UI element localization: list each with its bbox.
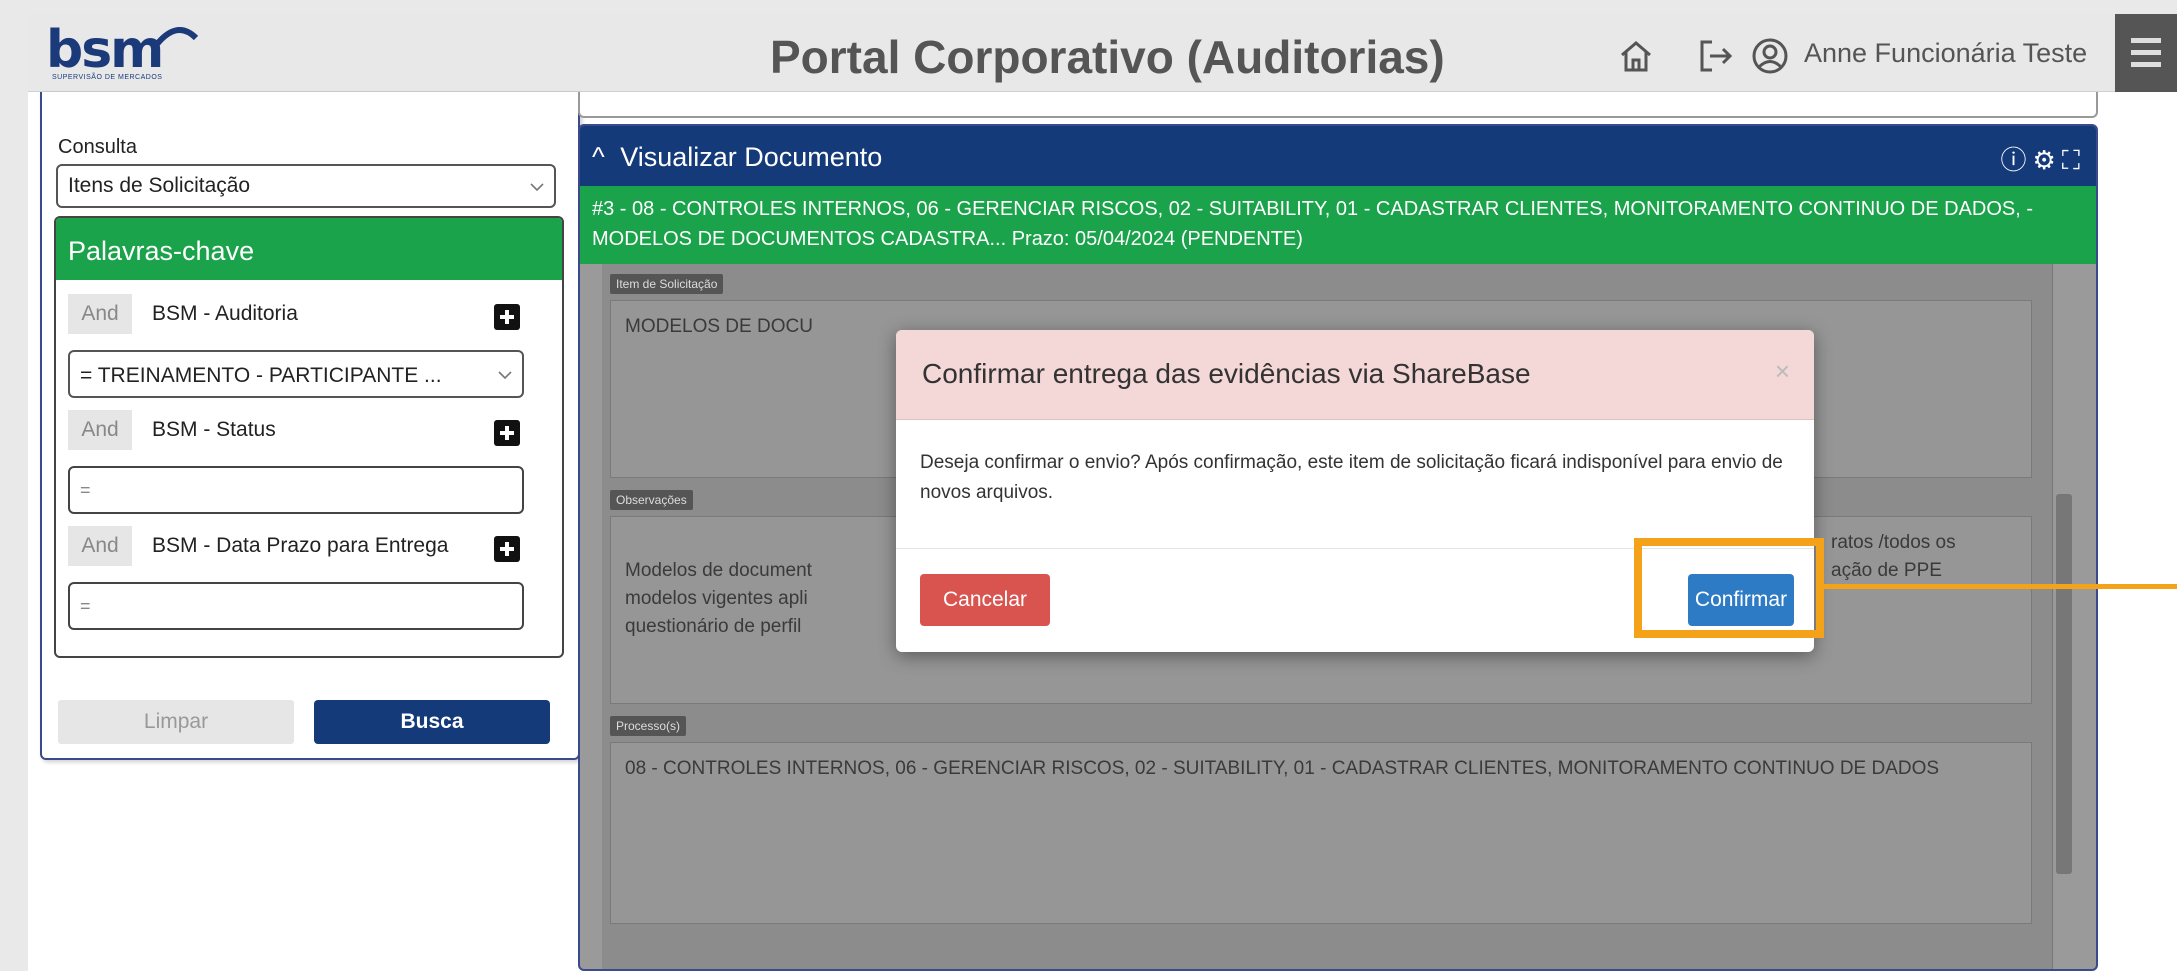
bsm-logo[interactable]: bsm SUPERVISÃO DE MERCADOS bbox=[46, 24, 216, 86]
add-filter-icon[interactable] bbox=[494, 536, 520, 562]
clear-button[interactable]: Limpar bbox=[58, 700, 294, 744]
chevron-down-icon bbox=[530, 183, 544, 192]
observacoes-text-right: ratos /todos os ação de PPE bbox=[1831, 532, 1956, 581]
consulta-select[interactable]: Itens de Solicitação bbox=[56, 164, 556, 208]
and-operator-button[interactable]: And bbox=[68, 410, 132, 450]
callout-line bbox=[1824, 584, 2177, 589]
document-summary: #3 - 08 - CONTROLES INTERNOS, 06 - GEREN… bbox=[580, 186, 2096, 264]
and-operator-button[interactable]: And bbox=[68, 526, 132, 566]
filter-label-data-prazo: BSM - Data Prazo para Entrega bbox=[152, 534, 449, 557]
top-header: bsm SUPERVISÃO DE MERCADOS Portal Corpor… bbox=[28, 14, 2177, 92]
confirm-highlight-box bbox=[1634, 538, 1824, 638]
auditoria-value: = TREINAMENTO - PARTICIPANTE ... bbox=[80, 364, 442, 387]
cancel-button[interactable]: Cancelar bbox=[920, 574, 1050, 626]
data-prazo-input[interactable]: = bbox=[68, 582, 524, 630]
close-icon[interactable]: × bbox=[1775, 356, 1790, 387]
field-tag: Processo(s) bbox=[610, 716, 687, 736]
and-operator-button[interactable]: And bbox=[68, 294, 132, 334]
logo-subtitle: SUPERVISÃO DE MERCADOS bbox=[52, 74, 163, 81]
dialog-title: Confirmar entrega das evidências via Sha… bbox=[922, 358, 1531, 389]
collapse-caret-icon[interactable]: ^ bbox=[592, 142, 605, 173]
search-sidebar: Consulta Itens de Solicitação Palavras-c… bbox=[40, 92, 580, 760]
dialog-message: Deseja confirmar o envio? Após confirmaç… bbox=[920, 452, 1783, 503]
filter-label-status: BSM - Status bbox=[152, 418, 276, 441]
document-panel-header[interactable]: ^ Visualizar Documento ⓘ⚙⛶ bbox=[580, 126, 2096, 186]
add-filter-icon[interactable] bbox=[494, 420, 520, 446]
logout-icon[interactable] bbox=[1696, 36, 1736, 76]
info-icon[interactable]: ⓘ bbox=[2000, 145, 2032, 175]
home-icon[interactable] bbox=[1616, 36, 1656, 76]
page-title: Portal Corporativo (Auditorias) bbox=[770, 31, 1445, 83]
search-button[interactable]: Busca bbox=[314, 700, 550, 744]
app-window: bsm SUPERVISÃO DE MERCADOS Portal Corpor… bbox=[28, 14, 2177, 971]
user-name[interactable]: Anne Funcionária Teste bbox=[1804, 38, 2087, 69]
filter-label-auditoria: BSM - Auditoria bbox=[152, 302, 298, 325]
keywords-panel: Palavras-chave And BSM - Auditoria = TRE… bbox=[54, 216, 564, 658]
user-circle-icon[interactable] bbox=[1750, 36, 1790, 76]
field-tag: Item de Solicitação bbox=[610, 274, 724, 294]
processos-field[interactable]: 08 - CONTROLES INTERNOS, 06 - GERENCIAR … bbox=[610, 742, 2032, 924]
keywords-title: Palavras-chave bbox=[56, 218, 562, 280]
logo-arc-icon bbox=[151, 27, 199, 50]
document-scrollbar[interactable] bbox=[2052, 264, 2074, 969]
consulta-select-value: Itens de Solicitação bbox=[68, 174, 251, 197]
screenshot: bsm SUPERVISÃO DE MERCADOS Portal Corpor… bbox=[0, 0, 2177, 971]
expand-icon[interactable]: ⛶ bbox=[2062, 145, 2086, 175]
status-input[interactable]: = bbox=[68, 466, 524, 514]
add-filter-icon[interactable] bbox=[494, 304, 520, 330]
hamburger-menu-icon[interactable] bbox=[2115, 14, 2177, 92]
observacoes-text-left: Modelos de document modelos vigentes apl… bbox=[625, 560, 812, 637]
document-panel-title: Visualizar Documento bbox=[620, 142, 883, 172]
dialog-header: Confirmar entrega das evidências via Sha… bbox=[896, 330, 1814, 420]
field-tag: Observações bbox=[610, 490, 693, 510]
previous-panel-edge bbox=[578, 92, 2098, 118]
auditoria-value-select[interactable]: = TREINAMENTO - PARTICIPANTE ... bbox=[68, 350, 524, 398]
consulta-label: Consulta bbox=[58, 136, 137, 158]
chevron-down-icon bbox=[498, 371, 512, 380]
settings-icon[interactable]: ⚙ bbox=[2032, 145, 2061, 175]
scrollbar-thumb[interactable] bbox=[2056, 494, 2072, 874]
panel-header-icons: ⓘ⚙⛶ bbox=[2000, 140, 2086, 177]
